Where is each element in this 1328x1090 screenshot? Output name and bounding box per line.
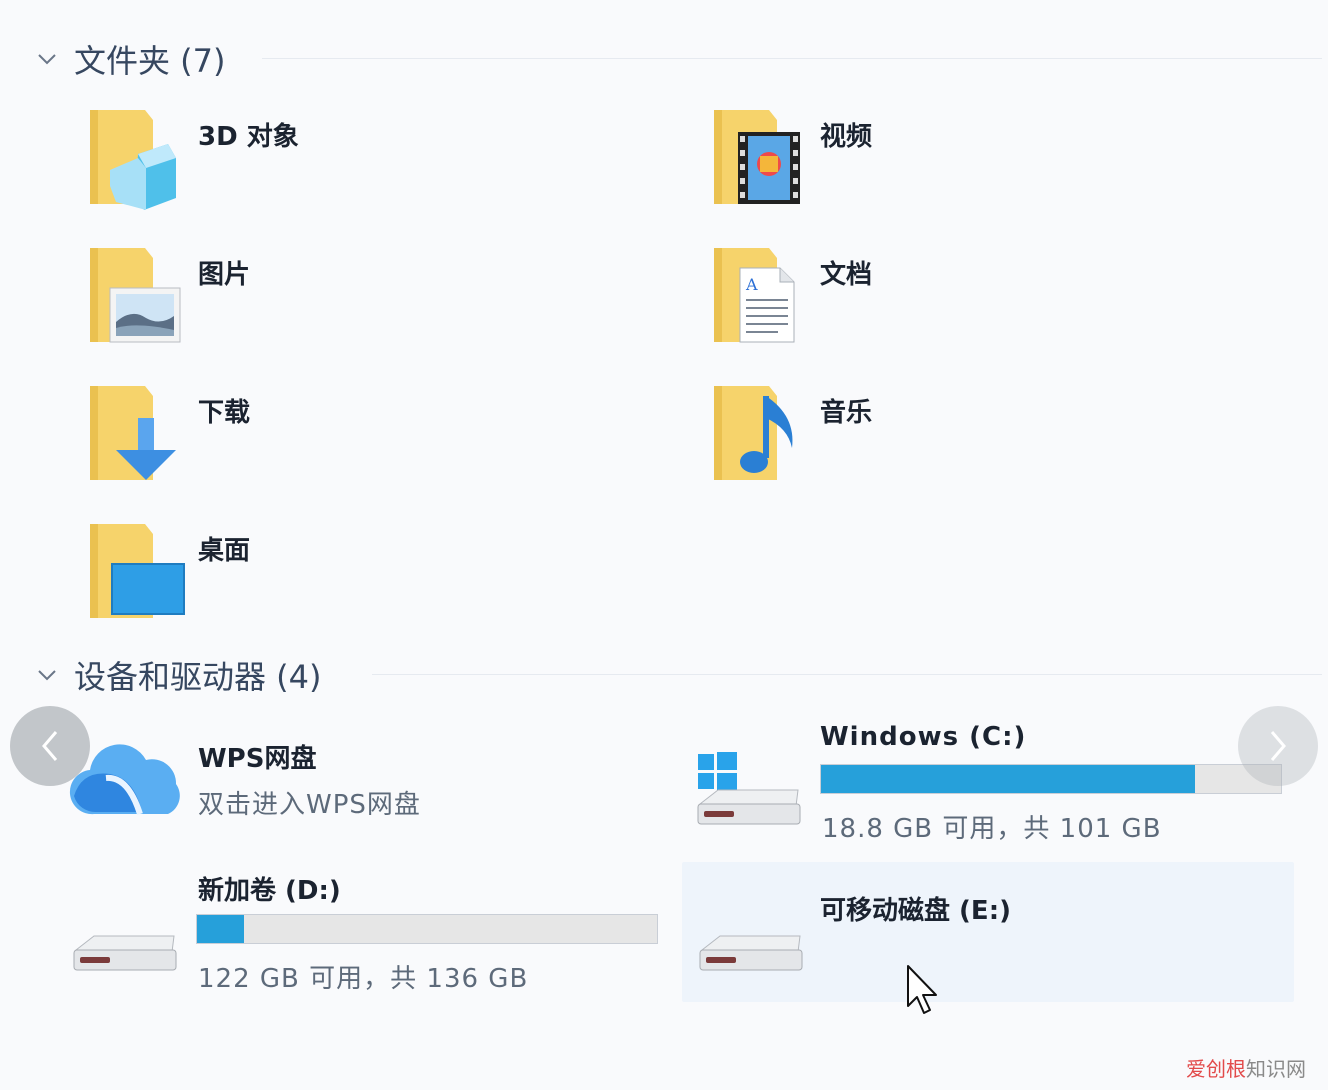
drive-sub: 双击进入WPS网盘 bbox=[198, 790, 421, 820]
folder-label: 下载 bbox=[198, 398, 251, 428]
folder-downloads[interactable]: 下载 bbox=[80, 376, 640, 496]
drive-e[interactable]: 可移动磁盘 (E:) bbox=[694, 870, 1294, 1000]
removable-drive-icon bbox=[699, 935, 803, 971]
drive-c[interactable]: Windows (C:) 18.8 GB 可用，共 101 GB bbox=[694, 716, 1294, 846]
folder-label: 3D 对象 bbox=[198, 122, 299, 152]
folders-section-title: 文件夹 (7) bbox=[74, 42, 226, 80]
drive-d[interactable]: 新加卷 (D:) 122 GB 可用，共 136 GB bbox=[68, 864, 668, 994]
usage-fill bbox=[197, 915, 245, 943]
pictures-folder-icon bbox=[90, 248, 181, 343]
folder-documents[interactable]: A 文档 bbox=[704, 238, 1264, 358]
folder-videos[interactable]: 视频 bbox=[704, 100, 1264, 220]
drive-label: 可移动磁盘 (E:) bbox=[820, 896, 1011, 926]
drive-label: 新加卷 (D:) bbox=[198, 876, 341, 906]
drive-usage-text: 18.8 GB 可用，共 101 GB bbox=[822, 814, 1162, 844]
documents-folder-icon: A bbox=[714, 248, 795, 343]
watermark-brand: 爱创根 bbox=[1186, 1057, 1246, 1081]
chevron-left-icon bbox=[42, 731, 58, 761]
drives-section-header[interactable]: 设备和驱动器 (4) bbox=[36, 652, 322, 698]
nav-next-button[interactable] bbox=[1238, 706, 1318, 786]
watermark: 爱创根知识网 bbox=[1186, 1053, 1306, 1082]
watermark-site: 知识网 bbox=[1246, 1057, 1306, 1081]
drive-wps[interactable]: WPS网盘 双击进入WPS网盘 bbox=[68, 720, 648, 830]
drive-d-usage-bar bbox=[196, 914, 658, 944]
video-folder-icon bbox=[714, 110, 800, 204]
folder-label: 图片 bbox=[198, 260, 251, 290]
downloads-folder-icon bbox=[90, 386, 176, 480]
drive-label: WPS网盘 bbox=[198, 744, 317, 774]
section-divider bbox=[262, 58, 1322, 59]
nav-prev-button[interactable] bbox=[10, 706, 90, 786]
folder-3d-objects[interactable]: 3D 对象 bbox=[80, 100, 640, 220]
folder-pictures[interactable]: 图片 bbox=[80, 238, 640, 358]
folder-music[interactable]: 音乐 bbox=[704, 376, 1264, 496]
mouse-cursor-icon bbox=[907, 965, 937, 1014]
chevron-down-icon[interactable] bbox=[36, 48, 58, 70]
folder-label: 音乐 bbox=[820, 398, 873, 428]
drive-label: Windows (C:) bbox=[820, 722, 1027, 752]
desktop-folder-icon bbox=[90, 524, 185, 618]
svg-text:A: A bbox=[745, 275, 758, 294]
drive-usage-text: 122 GB 可用，共 136 GB bbox=[198, 964, 529, 994]
music-folder-icon bbox=[714, 386, 793, 480]
section-divider bbox=[372, 674, 1322, 675]
folders-section-header[interactable]: 文件夹 (7) bbox=[36, 36, 226, 82]
usage-fill bbox=[821, 765, 1196, 793]
drive-c-usage-bar bbox=[820, 764, 1282, 794]
drive-icon bbox=[73, 935, 177, 971]
3d-objects-folder-icon bbox=[90, 110, 176, 210]
chevron-right-icon bbox=[1270, 731, 1286, 761]
drives-section-title: 设备和驱动器 (4) bbox=[74, 658, 322, 696]
windows-drive-icon bbox=[697, 752, 801, 825]
folder-label: 文档 bbox=[820, 260, 873, 290]
folder-desktop[interactable]: 桌面 bbox=[80, 514, 640, 634]
folder-label: 桌面 bbox=[198, 536, 251, 566]
folder-label: 视频 bbox=[820, 122, 873, 152]
chevron-down-icon[interactable] bbox=[36, 664, 58, 686]
